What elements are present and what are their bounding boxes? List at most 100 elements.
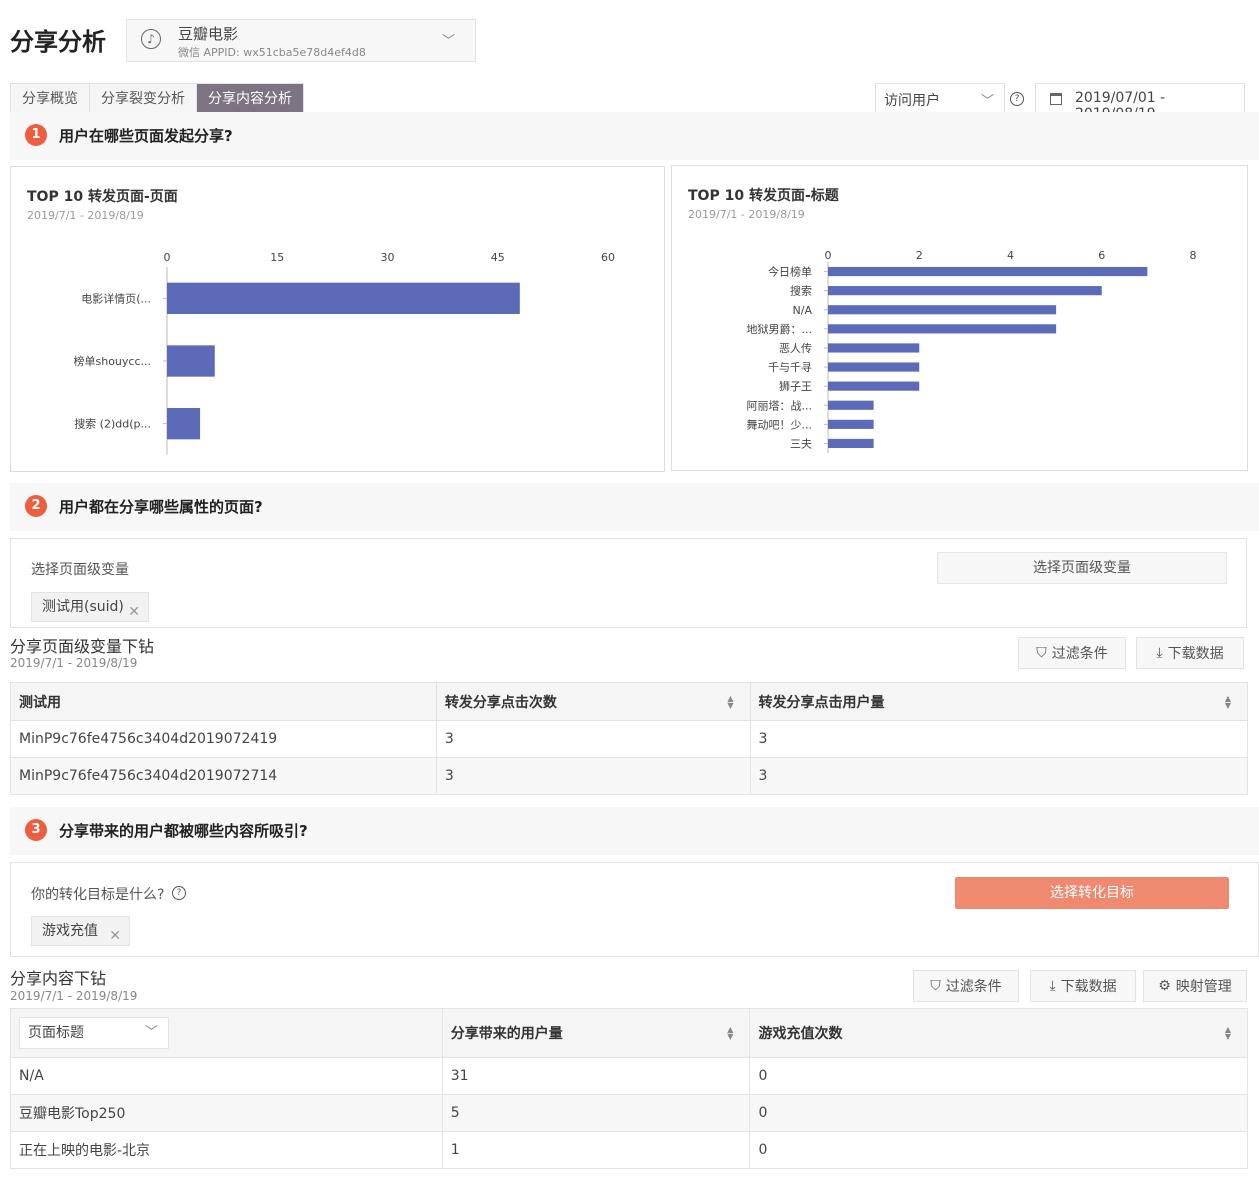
bar: [828, 400, 874, 410]
help-icon[interactable]: ?: [1010, 92, 1024, 106]
x-tick-label: 45: [491, 251, 505, 264]
bar: [167, 345, 215, 377]
drill1-title: 分享页面级变量下钻: [10, 637, 155, 656]
x-tick-label: 8: [1190, 249, 1197, 262]
category-label: 搜索: [790, 284, 812, 298]
table-cell: 31: [441, 1057, 751, 1095]
table-header-row: 测试用 转发分享点击次数 ▲ ▼ 转发分享点击用户量 ▲ ▼: [10, 682, 1248, 721]
x-tick-label: 4: [1007, 249, 1014, 262]
category-label: 今日榜单: [768, 265, 812, 279]
drill2-table: 页面标题 ﹀ 分享带来的用户量 ▲ ▼ 游戏充值次数 ▲ ▼ N/A 31 0 豆瓣电影…: [10, 1008, 1248, 1169]
filter-button[interactable]: ⛉ 过滤条件: [913, 970, 1019, 1002]
sort-icon[interactable]: ▲ ▼: [727, 1026, 733, 1041]
sort-icon[interactable]: ▲ ▼: [727, 694, 733, 709]
mapping-manage-button[interactable]: ⚙ 映射管理: [1143, 970, 1247, 1002]
filter-button-label: 过滤条件: [945, 979, 1002, 995]
conversion-goal-panel: 你的转化目标是什么? ? 选择转化目标 游戏充值 ✕: [10, 862, 1259, 957]
conversion-goal-label: 你的转化目标是什么?: [31, 887, 165, 903]
tab-fission[interactable]: 分享裂变分析: [90, 84, 197, 114]
table-row: 豆瓣电影Top250 5 0: [10, 1094, 1248, 1132]
app-logo-icon: ♪: [141, 29, 161, 49]
section-1-title: 用户在哪些页面发起分享?: [59, 127, 233, 145]
page-title: 分享分析: [10, 28, 106, 56]
category-label: 榜单shouycc...: [74, 354, 152, 368]
table-row: 正在上映的电影-北京 1 0: [10, 1131, 1248, 1169]
table-header-row: 页面标题 ﹀ 分享带来的用户量 ▲ ▼ 游戏充值次数 ▲ ▼: [10, 1008, 1248, 1058]
variable-tag: 测试用(suid) ✕: [31, 592, 149, 622]
chart-card-titles: TOP 10 转发页面-标题 2019/7/1 - 2019/8/19 0246…: [671, 165, 1248, 471]
sort-icon[interactable]: ▲ ▼: [1225, 1026, 1231, 1041]
variable-tag-label: 测试用(suid): [42, 599, 124, 615]
filter-icon: ⛉: [1036, 645, 1047, 661]
close-icon[interactable]: ✕: [128, 598, 140, 626]
help-icon[interactable]: ?: [172, 886, 186, 900]
table-cell: 正在上映的电影-北京: [10, 1131, 443, 1169]
table-row: MinP9c76fe4756c3404d2019072419 3 3: [10, 720, 1248, 758]
step-number-badge: 3: [25, 819, 47, 841]
category-label: 狮子王: [779, 380, 812, 393]
section-3-title: 分享带来的用户都被哪些内容所吸引?: [59, 822, 308, 840]
x-tick-label: 6: [1098, 249, 1105, 262]
drill2-title: 分享内容下钻: [10, 969, 107, 988]
tab-bar: 分享概览 分享裂变分析 分享内容分析: [10, 83, 304, 115]
page-variable-label: 选择页面级变量: [31, 562, 129, 578]
chart-card-pages: TOP 10 转发页面-页面 2019/7/1 - 2019/8/19 0 15 3…: [10, 166, 665, 472]
table-cell: 1: [441, 1131, 751, 1169]
x-tick-label: 15: [270, 251, 284, 264]
category-label: 三夫: [790, 437, 812, 450]
column-header-sortable[interactable]: 转发分享点击次数 ▲ ▼: [435, 682, 751, 721]
select-conversion-goal-button[interactable]: 选择转化目标: [955, 877, 1229, 909]
bar: [167, 282, 520, 314]
gear-icon: ⚙: [1158, 978, 1171, 994]
mapping-button-label: 映射管理: [1175, 979, 1232, 995]
table-row: MinP9c76fe4756c3404d2019072714 3 3: [10, 757, 1248, 795]
column-header-sortable[interactable]: 转发分享点击用户量 ▲ ▼: [749, 682, 1248, 721]
select-page-variable-button[interactable]: 选择页面级变量: [937, 552, 1227, 584]
table-cell: 0: [749, 1057, 1248, 1095]
table-cell: 5: [441, 1094, 751, 1132]
download-button-label: 下载数据: [1060, 979, 1117, 995]
bar: [828, 266, 1148, 277]
close-icon[interactable]: ✕: [109, 922, 121, 950]
date-range-picker[interactable]: 2019/07/01 - 2019/08/19: [1035, 83, 1245, 122]
category-label: 电影详情页(...: [81, 291, 151, 305]
bar: [167, 408, 201, 440]
table-cell: 0: [749, 1094, 1248, 1132]
table-row: N/A 31 0: [10, 1057, 1248, 1095]
download-button[interactable]: ⤓ 下载数据: [1136, 637, 1244, 669]
tab-content-analysis[interactable]: 分享内容分析: [197, 84, 303, 114]
download-icon: ⤓: [1156, 645, 1163, 661]
table-cell: N/A: [10, 1057, 443, 1095]
conversion-goal-tag-label: 游戏充值: [42, 923, 98, 939]
dimension-select[interactable]: 页面标题 ﹀: [19, 1017, 169, 1049]
table-cell: 0: [749, 1131, 1248, 1169]
x-tick-label: 0: [164, 251, 171, 264]
sort-icon[interactable]: ▲ ▼: [1225, 694, 1231, 709]
dimension-select-cell: 页面标题 ﹀: [10, 1008, 443, 1058]
table-cell: 3: [749, 720, 1248, 758]
bar: [828, 438, 874, 449]
bar: [828, 286, 1102, 296]
tab-overview[interactable]: 分享概览: [11, 84, 90, 114]
page-variable-panel: 选择页面级变量 选择页面级变量 测试用(suid) ✕: [10, 538, 1247, 628]
table-cell: 3: [749, 757, 1248, 795]
user-type-select[interactable]: 访问用户 ﹀: [875, 83, 1005, 115]
filter-button[interactable]: ⛉ 过滤条件: [1018, 637, 1126, 669]
category-label: 舞动吧！少...: [747, 418, 813, 431]
section-2-title: 用户都在分享哪些属性的页面?: [59, 498, 263, 516]
section-1-header: 1 用户在哪些页面发起分享?: [10, 112, 1259, 160]
bar: [828, 343, 920, 353]
bar: [828, 305, 1057, 315]
column-header-sortable[interactable]: 游戏充值次数 ▲ ▼: [749, 1008, 1248, 1058]
dimension-select-value: 页面标题: [28, 1025, 84, 1041]
bar-chart-pages: 0 15 30 45 60 电影详情页(... 榜单shouycc... 搜索 (2)dd(p…: [74, 251, 615, 455]
column-header-label: 转发分享点击次数: [444, 694, 557, 711]
column-header-sortable[interactable]: 分享带来的用户量 ▲ ▼: [441, 1008, 751, 1058]
chevron-down-icon: ﹀: [980, 94, 994, 109]
section-2-header: 2 用户都在分享哪些属性的页面?: [10, 483, 1259, 531]
step-number-badge: 2: [25, 495, 47, 517]
app-selector[interactable]: ♪ 豆瓣电影 微信 APPID: wx51cba5e78d4ef4d8 ﹀: [126, 19, 476, 62]
conversion-goal-tag: 游戏充值 ✕: [31, 916, 130, 946]
x-tick-label: 30: [381, 251, 395, 264]
download-button[interactable]: ⤓ 下载数据: [1030, 970, 1136, 1002]
